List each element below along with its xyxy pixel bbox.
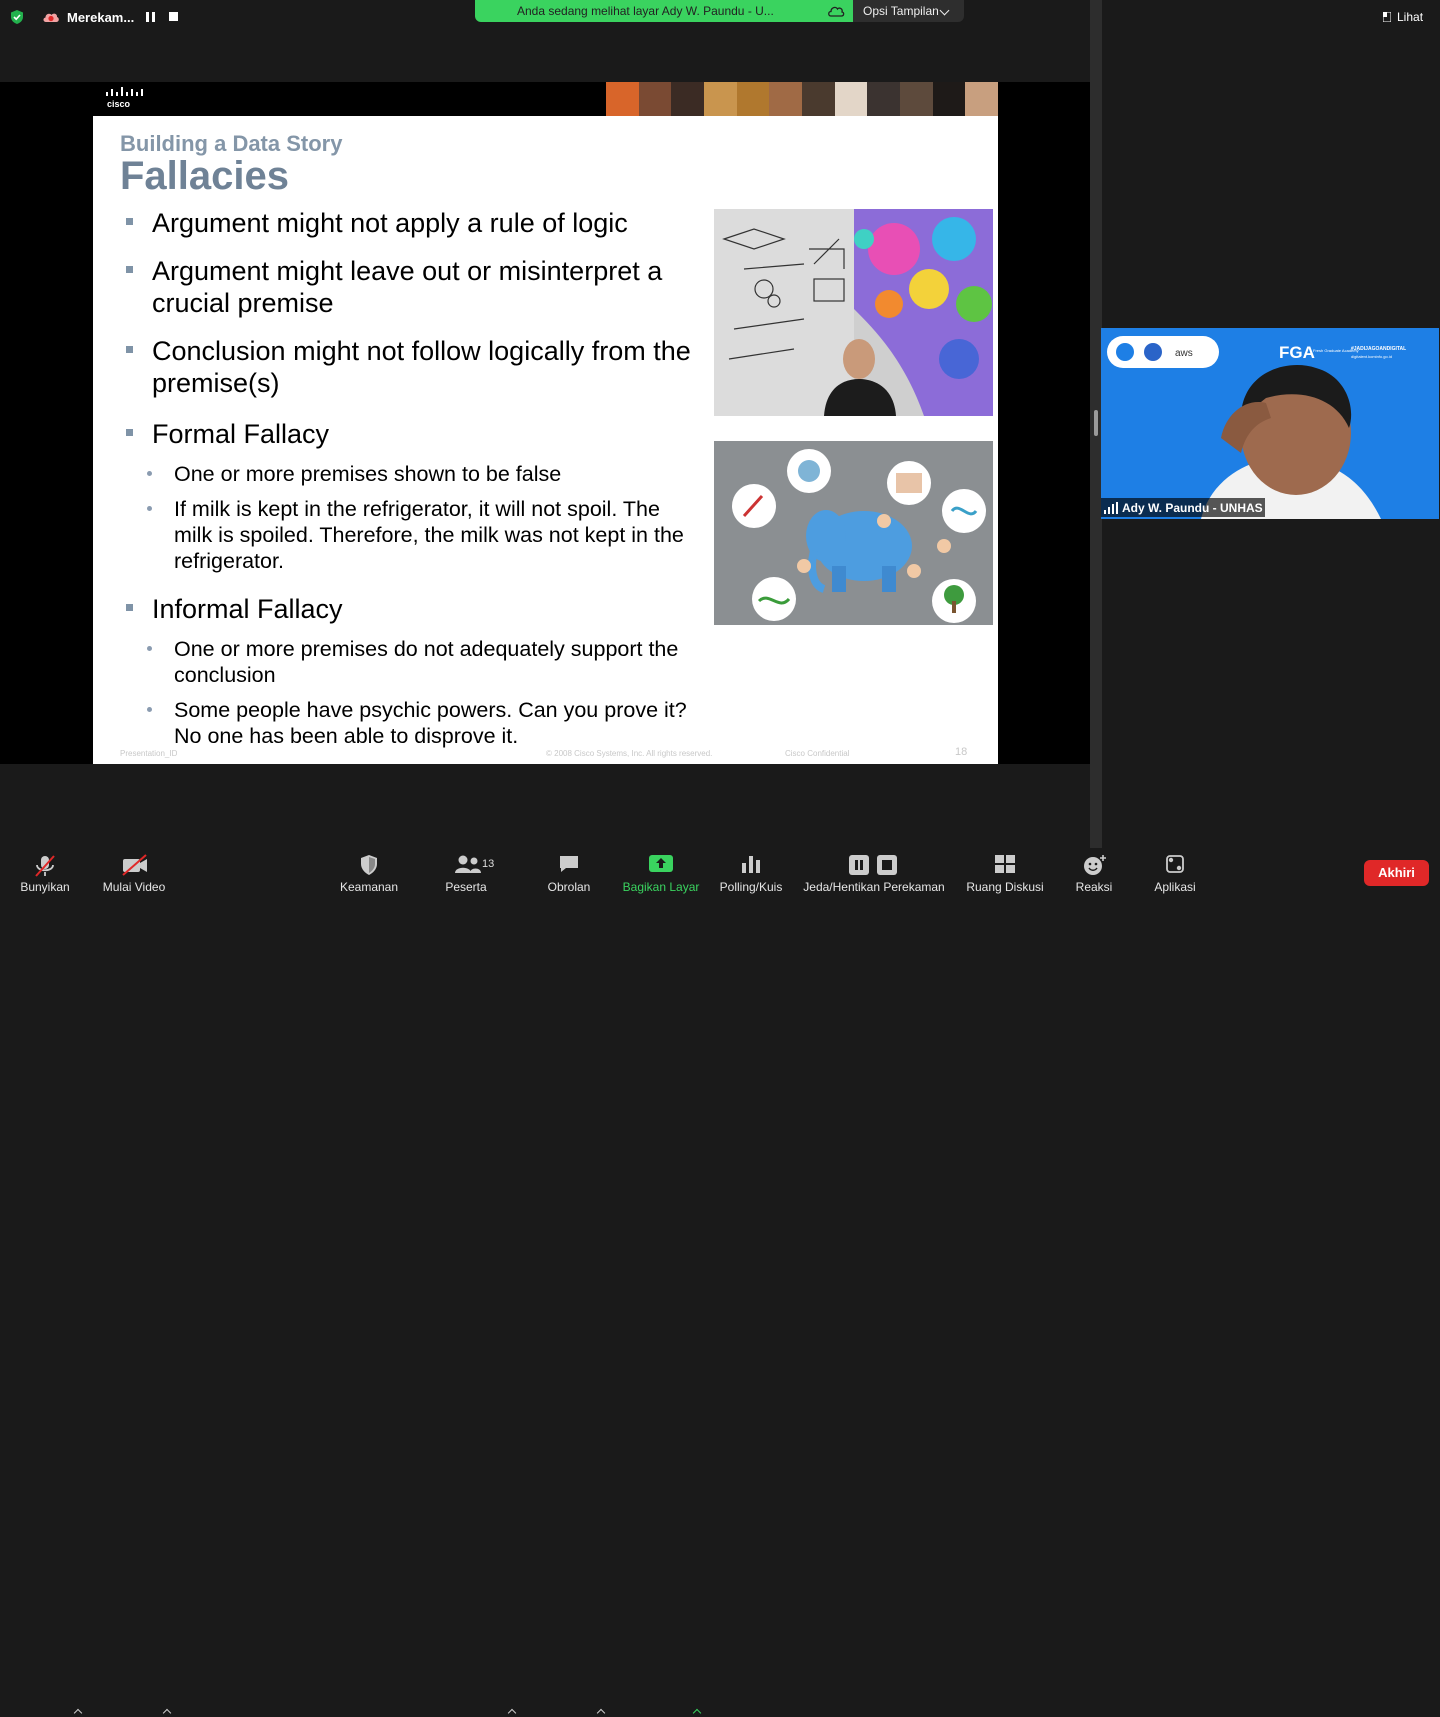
banner-hashtag: #JADIJAGOANDIGITAL	[1351, 346, 1406, 352]
share-screen-icon	[649, 855, 673, 872]
sub-bullet-marker	[147, 506, 152, 511]
pause-recording-icon[interactable]	[146, 12, 156, 22]
microphone-muted-icon	[35, 855, 55, 877]
chat-options-caret[interactable]	[596, 1708, 606, 1717]
chat-button[interactable]: Obrolan	[538, 848, 600, 900]
bullet-marker	[126, 604, 133, 611]
apps-button[interactable]: Aplikasi	[1146, 848, 1204, 900]
polls-button[interactable]: Polling/Kuis	[712, 848, 790, 900]
pause-stop-icon	[849, 855, 897, 875]
participant-video-frame: aws FGA Fresh Graduate Academy #JADIJAGO…	[1101, 328, 1439, 519]
video-off-icon	[122, 854, 147, 876]
bullet-marker	[126, 266, 133, 273]
unmute-label: Bunyikan	[20, 880, 70, 894]
view-options-label: Opsi Tampilan	[863, 4, 939, 18]
header-photo-strip	[606, 82, 999, 116]
audio-options-caret[interactable]	[73, 1708, 83, 1717]
start-video-label: Mulai Video	[102, 880, 166, 894]
video-options-caret[interactable]	[162, 1708, 172, 1717]
reaction-smiley-icon	[1084, 855, 1106, 875]
divider-drag-handle[interactable]	[1094, 410, 1098, 436]
apps-label: Aplikasi	[1154, 880, 1196, 894]
apps-icon	[1166, 855, 1184, 873]
share-banner-text: Anda sedang melihat layar Ady W. Paundu …	[517, 4, 774, 18]
slide-footer-copyright: © 2008 Cisco Systems, Inc. All rights re…	[546, 749, 713, 758]
elephant-parable-image	[714, 441, 993, 625]
cloud-record-icon	[43, 13, 59, 22]
bullet-item: Argument might not apply a rule of logic	[152, 208, 628, 238]
reactions-label: Reaksi	[1075, 880, 1113, 894]
end-meeting-button[interactable]: Akhiri	[1364, 860, 1429, 886]
slide-title: Fallacies	[120, 154, 290, 198]
unmute-button[interactable]: Bunyikan	[0, 848, 90, 900]
reactions-button[interactable]: Reaksi	[1066, 848, 1122, 900]
screen-share-banner: Anda sedang melihat layar Ady W. Paundu …	[475, 0, 853, 22]
bullet-item: Formal Fallacy	[152, 419, 330, 449]
cisco-logo-text: cisco	[107, 99, 131, 109]
bullet-item: Informal Fallacy	[152, 594, 343, 624]
bullet-marker	[126, 218, 133, 225]
aws-logo-text: aws	[1175, 348, 1193, 359]
signal-strength-icon	[1104, 502, 1118, 514]
security-label: Keamanan	[339, 880, 399, 894]
breakout-rooms-button[interactable]: Ruang Diskusi	[962, 848, 1048, 900]
bar-chart-icon	[742, 856, 760, 873]
view-button[interactable]: Lihat	[1397, 10, 1423, 24]
participants-label: Peserta	[445, 880, 487, 894]
bullet-item: Argument might leave out or misinterpret…	[152, 256, 663, 318]
bullet-marker	[126, 346, 133, 353]
security-button[interactable]: Keamanan	[330, 848, 408, 900]
stop-recording-icon[interactable]	[169, 12, 178, 21]
sub-bullet-marker	[147, 707, 152, 712]
encryption-shield-icon[interactable]	[9, 9, 25, 25]
participant-name-tag: Ady W. Paundu - UNHAS	[1101, 498, 1265, 517]
recording-label: Merekam...	[67, 10, 135, 25]
share-screen-button[interactable]: Bagikan Layar	[618, 848, 704, 900]
share-options-caret[interactable]	[692, 1708, 702, 1717]
share-screen-label: Bagikan Layar	[622, 880, 700, 894]
participants-icon	[455, 855, 481, 873]
breakout-rooms-icon	[995, 855, 1015, 873]
sub-bullet-item: Some people have psychic powers. Can you…	[174, 698, 687, 748]
slide-footer-confidential: Cisco Confidential	[785, 749, 850, 758]
sub-bullet-item: One or more premises shown to be false	[174, 462, 562, 486]
participant-name: Ady W. Paundu - UNHAS	[1122, 501, 1263, 515]
sub-bullet-item: One or more premises do not adequately s…	[174, 637, 679, 687]
bullet-item: Conclusion might not follow logically fr…	[152, 336, 691, 398]
participant-video-tile[interactable]: aws FGA Fresh Graduate Academy #JADIJAGO…	[1101, 328, 1439, 519]
fga-logo-text: FGA	[1279, 343, 1315, 362]
view-options-dropdown[interactable]: Opsi Tampilan	[853, 0, 964, 22]
sub-bullet-item: If milk is kept in the refrigerator, it …	[174, 497, 684, 573]
presentation-slide: Building a Data Story Fallacies Argument…	[93, 116, 998, 764]
participant-count: 13	[482, 858, 495, 870]
sub-bullet-marker	[147, 646, 152, 651]
bullet-marker	[126, 429, 133, 436]
breakout-rooms-label: Ruang Diskusi	[966, 880, 1044, 894]
creative-thinking-image	[714, 209, 993, 416]
view-layout-icon	[1383, 12, 1391, 22]
pause-stop-label: Jeda/Hentikan Perekaman	[803, 880, 945, 894]
meeting-toolbar: Bunyikan Mulai Video Keamanan 13 Peserta…	[0, 848, 1440, 1717]
participants-options-caret[interactable]	[507, 1708, 517, 1717]
chat-label: Obrolan	[547, 880, 591, 894]
slide-footer-id: Presentation_ID	[120, 749, 178, 758]
slide-page-number: 18	[955, 746, 968, 758]
pause-stop-recording-button[interactable]: Jeda/Hentikan Perekaman	[800, 848, 950, 900]
polls-label: Polling/Kuis	[719, 880, 783, 894]
chat-icon	[560, 856, 578, 872]
cloud-icon	[828, 6, 845, 17]
start-video-button[interactable]: Mulai Video	[92, 848, 178, 900]
cisco-logo: cisco	[106, 87, 143, 109]
chevron-down-icon	[939, 5, 950, 16]
shield-icon	[361, 855, 377, 875]
participants-button[interactable]: 13 Peserta	[436, 848, 500, 900]
banner-url: digitalent.kominfo.go.id	[1351, 354, 1392, 359]
sub-bullet-marker	[147, 471, 152, 476]
